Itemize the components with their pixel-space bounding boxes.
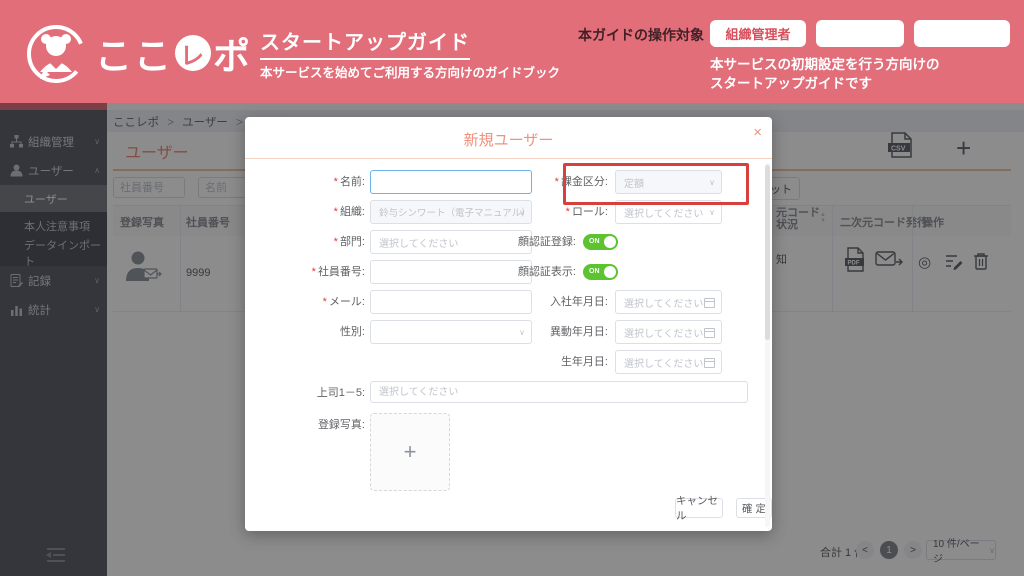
birth-date-picker[interactable]: 選択してください [615, 350, 722, 374]
close-icon[interactable]: × [753, 124, 762, 141]
mascot-icon [24, 22, 88, 86]
guide-title[interactable]: スタートアップガイド [260, 26, 470, 60]
face-register-label: 顔認証登録: [459, 230, 576, 254]
face-display-toggle[interactable]: ON [583, 264, 618, 280]
supervisor-label: 上司1－5: [245, 381, 365, 405]
toggle-knob [604, 266, 616, 278]
employee-no-label: *社員番号: [245, 260, 365, 284]
hire-date-picker[interactable]: 選択してください [615, 290, 722, 314]
birth-date-placeholder: 選択してください [624, 355, 703, 370]
calendar-icon [704, 358, 715, 368]
transfer-date-placeholder: 選択してください [624, 325, 703, 340]
name-label: *名前: [245, 170, 365, 194]
new-user-modal: 新規ユーザー × *名前: *課金区分: 定額 ∨ *組織: 鈴与シンワート（電… [245, 117, 772, 531]
audience-badge-2 [816, 20, 904, 47]
role-placeholder: 選択してください [624, 205, 703, 220]
email-label: *メール: [245, 290, 365, 314]
calendar-icon [704, 298, 715, 308]
logo-text-2: ポ [213, 26, 252, 80]
audience-badge-org-admin: 組織管理者 [710, 20, 806, 47]
billing-highlight-annotation [563, 163, 749, 205]
guide-desc-line2: スタートアップガイドです [710, 72, 872, 92]
cancel-button[interactable]: キャンセル [675, 498, 723, 518]
transfer-date-label: 異動年月日: [495, 320, 608, 344]
face-display-label: 顔認証表示: [459, 260, 576, 284]
supervisor-input[interactable] [370, 381, 748, 403]
audience-label: 本ガイドの操作対象 [578, 25, 704, 45]
toggle-on-label: ON [589, 268, 600, 276]
hire-date-placeholder: 選択してください [624, 295, 703, 310]
dept-placeholder: 選択してください [379, 235, 458, 250]
modal-scrollbar[interactable] [765, 163, 770, 527]
org-label: *組織: [245, 200, 365, 224]
transfer-date-picker[interactable]: 選択してください [615, 320, 722, 344]
chevron-down-icon: ∨ [709, 208, 715, 217]
face-register-toggle[interactable]: ON [583, 234, 618, 250]
gender-label: 性別: [245, 320, 365, 344]
birth-date-label: 生年月日: [495, 350, 608, 374]
guide-subtitle: 本サービスを始めてご利用する方向けのガイドブック [260, 62, 560, 81]
logo-circle: レ [175, 35, 211, 71]
screen: ここ レ ポ スタートアップガイド 本サービスを始めてご利用する方向けのガイドブ… [0, 0, 1024, 576]
logo-text-1: ここ [95, 26, 173, 80]
guide-desc-line1: 本サービスの初期設定を行う方向けの [710, 53, 940, 73]
plus-icon: + [404, 439, 417, 465]
guide-banner: ここ レ ポ スタートアップガイド 本サービスを始めてご利用する方向けのガイドブ… [0, 0, 1024, 103]
app-logo: ここ レ ポ [95, 26, 252, 80]
modal-title: 新規ユーザー [245, 129, 772, 150]
photo-label: 登録写真: [245, 413, 365, 437]
toggle-knob [604, 236, 616, 248]
modal-header: 新規ユーザー × [245, 117, 772, 159]
calendar-icon [704, 328, 715, 338]
audience-badge-3 [914, 20, 1010, 47]
hire-date-label: 入社年月日: [495, 290, 608, 314]
photo-upload-box[interactable]: + [370, 413, 450, 491]
dept-label: *部門: [245, 230, 365, 254]
toggle-on-label: ON [589, 238, 600, 246]
